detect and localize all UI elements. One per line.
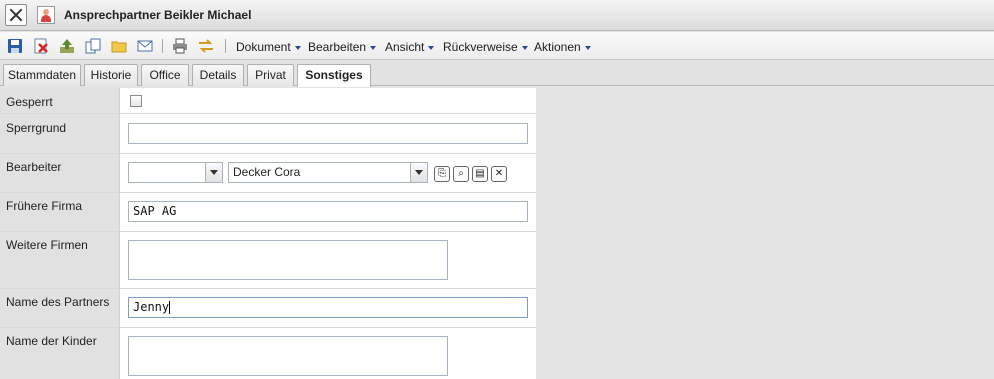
search-icon[interactable]: ⌕	[453, 166, 469, 182]
row-divider	[0, 327, 536, 328]
tab-office[interactable]: Office	[141, 64, 189, 86]
name-kinder-textarea[interactable]	[128, 336, 448, 376]
title-bar: Ansprechpartner Beikler Michael	[0, 0, 994, 31]
upload-icon[interactable]	[59, 38, 75, 54]
row-divider	[0, 231, 536, 232]
select-value: Decker Cora	[233, 165, 301, 179]
caret-down-icon	[370, 45, 377, 50]
menu-label: Bearbeiten	[308, 40, 367, 54]
row-divider	[0, 113, 536, 114]
print-icon[interactable]	[172, 38, 188, 54]
gesperrt-checkbox[interactable]	[130, 95, 142, 107]
sperrgrund-input[interactable]	[128, 123, 528, 144]
label-sperrgrund: Sperrgrund	[6, 121, 67, 135]
label-bearbeiter: Bearbeiter	[6, 160, 62, 174]
text-cursor	[169, 301, 171, 314]
label-name-partner: Name des Partners	[6, 295, 110, 309]
menu-label: Ansicht	[385, 40, 425, 54]
dropdown-arrow-icon	[205, 163, 222, 182]
folder-icon[interactable]	[111, 38, 127, 54]
delete-icon[interactable]	[33, 38, 49, 54]
tab-sonstiges[interactable]: Sonstiges	[297, 64, 371, 87]
form-panel: Gesperrt Sperrgrund Bearbeiter Decker Co…	[0, 88, 536, 379]
menu-rueckverweise[interactable]: Rückverweise	[443, 40, 528, 54]
window-title: Ansprechpartner Beikler Michael	[64, 8, 252, 22]
row-divider	[0, 288, 536, 289]
open-record-icon[interactable]: ⎘	[434, 166, 450, 182]
row-divider	[0, 153, 536, 154]
caret-down-icon	[521, 45, 528, 50]
mail-icon[interactable]	[137, 38, 153, 54]
caret-down-icon	[294, 45, 301, 50]
name-partner-input[interactable]: Jenny	[128, 297, 528, 318]
contact-person-icon	[37, 6, 55, 24]
menu-aktionen[interactable]: Aktionen	[534, 40, 591, 54]
label-name-kinder: Name der Kinder	[6, 334, 97, 348]
dropdown-arrow-icon	[410, 163, 427, 182]
label-gesperrt: Gesperrt	[6, 95, 53, 109]
clipboard-icon[interactable]: ▤	[472, 166, 488, 182]
bearbeiter-group-select[interactable]	[128, 162, 223, 183]
toolbar-separator	[225, 39, 226, 53]
clear-icon[interactable]: ✕	[491, 166, 507, 182]
menu-label: Dokument	[236, 40, 291, 54]
save-icon[interactable]	[7, 38, 23, 54]
weitere-firmen-textarea[interactable]	[128, 240, 448, 280]
toolbar-separator	[162, 39, 163, 53]
menu-label: Rückverweise	[443, 40, 518, 54]
caret-down-icon	[584, 45, 591, 50]
copy-icon[interactable]	[85, 38, 101, 54]
bearbeiter-select[interactable]: Decker Cora	[228, 162, 428, 183]
caret-down-icon	[428, 45, 435, 50]
menu-label: Aktionen	[534, 40, 581, 54]
tab-stammdaten[interactable]: Stammdaten	[3, 64, 81, 86]
label-weitere-firmen: Weitere Firmen	[6, 238, 88, 252]
tab-historie[interactable]: Historie	[84, 64, 138, 86]
menu-dokument[interactable]: Dokument	[236, 40, 301, 54]
tab-bar: Stammdaten Historie Office Details Priva…	[0, 61, 994, 87]
fruehere-firma-input[interactable]: SAP AG	[128, 201, 528, 222]
label-fruehere-firma: Frühere Firma	[6, 199, 83, 213]
swap-icon[interactable]	[198, 38, 214, 54]
close-button[interactable]	[5, 4, 27, 26]
row-divider	[0, 192, 536, 193]
menu-bearbeiten[interactable]: Bearbeiten	[308, 40, 377, 54]
input-value: Jenny	[133, 300, 170, 314]
tab-details[interactable]: Details	[192, 64, 244, 86]
tab-privat[interactable]: Privat	[247, 64, 294, 86]
menu-ansicht[interactable]: Ansicht	[385, 40, 435, 54]
toolbar: Dokument Bearbeiten Ansicht Rückverweise…	[0, 32, 994, 60]
